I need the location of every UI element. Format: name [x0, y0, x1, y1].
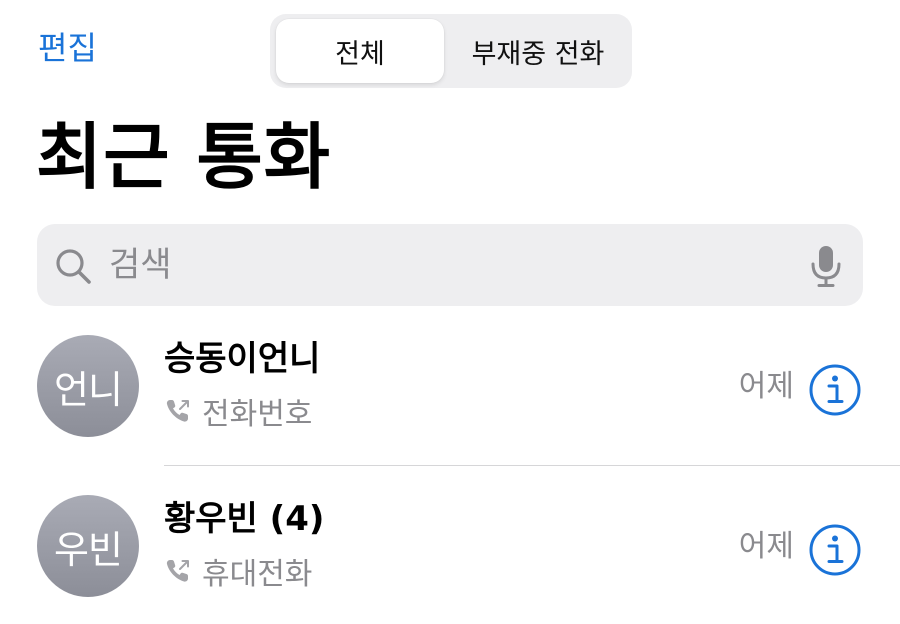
search-bar[interactable]: [37, 224, 863, 306]
contact-name: 승동이언니: [164, 339, 321, 379]
search-input[interactable]: [99, 236, 799, 294]
call-time: 어제: [738, 529, 794, 564]
recents-screen: 편집 전체 부재중 전화 최근 통화 언니 승동이언니 전화번호 어제: [0, 0, 900, 624]
call-type: 휴대전화: [164, 551, 313, 592]
avatar: 우빈: [37, 495, 139, 597]
segment-missed-calls[interactable]: 부재중 전화: [450, 19, 626, 83]
call-type: 전화번호: [164, 391, 313, 432]
info-icon[interactable]: [808, 523, 862, 577]
avatar: 언니: [37, 335, 139, 437]
call-row[interactable]: 언니 승동이언니 전화번호 어제: [0, 307, 900, 467]
call-type-label: 전화번호: [202, 397, 313, 432]
call-time: 어제: [738, 369, 794, 404]
call-row[interactable]: 우빈 황우빈 (4) 휴대전화 어제: [0, 467, 900, 624]
segment-all[interactable]: 전체: [276, 19, 444, 83]
outgoing-call-icon: [166, 560, 189, 582]
call-type-label: 휴대전화: [202, 557, 313, 592]
filter-segmented-control: 전체 부재중 전화: [270, 14, 632, 88]
info-icon[interactable]: [808, 363, 862, 417]
contact-name: 황우빈 (4): [164, 499, 325, 539]
edit-button[interactable]: 편집: [38, 26, 97, 70]
outgoing-call-icon: [166, 400, 189, 422]
microphone-icon[interactable]: [809, 244, 843, 288]
page-title: 최근 통화: [36, 115, 332, 199]
row-divider: [164, 465, 900, 466]
search-icon: [56, 249, 91, 284]
